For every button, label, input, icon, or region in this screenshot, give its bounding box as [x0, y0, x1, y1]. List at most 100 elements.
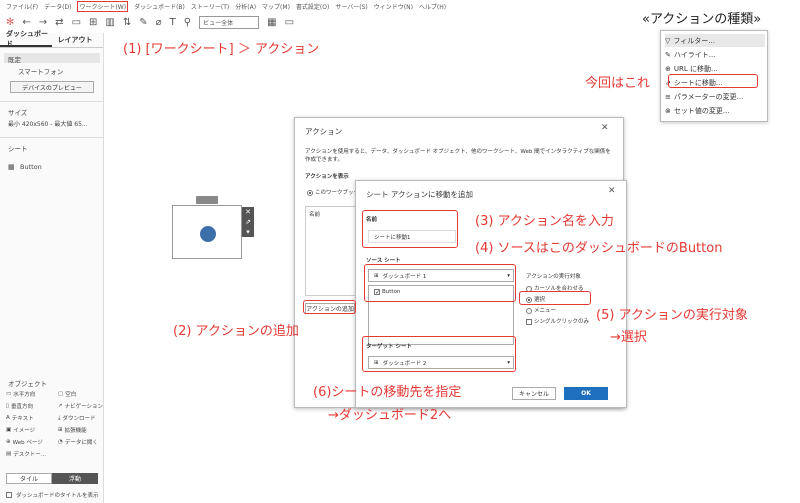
menu-item-set-value[interactable]: ⊗ セット値の変更... [665, 104, 765, 117]
text-icon: A [6, 415, 10, 421]
highlight-name [362, 210, 458, 248]
image-icon: ▣ [6, 427, 12, 433]
presentation-icon[interactable]: ▭ [285, 17, 294, 28]
object-navigation[interactable]: ➚ ナビゲーション [58, 402, 103, 410]
parameter-icon: ≡ [665, 92, 671, 101]
radio-this-workbook[interactable]: このワークブック [307, 188, 359, 196]
annotation-step5b: →選択 [610, 330, 647, 345]
show-me-icon[interactable]: ▦ [267, 17, 276, 28]
checkbox[interactable] [6, 492, 12, 498]
objects-heading: オブジェクト [8, 380, 47, 388]
ask-data-icon: ◔ [58, 439, 63, 445]
object-download[interactable]: ⤓ ダウンロード [58, 414, 95, 423]
object-controls: ✕ ⇗ ▾ [242, 207, 254, 237]
object-desktop[interactable]: ▤ デスクトー... [6, 450, 46, 458]
single-click-option[interactable]: シングルクリックのみ [526, 317, 589, 325]
object-webpage[interactable]: ⊕ Web ページ [6, 438, 43, 446]
checkbox[interactable] [526, 318, 532, 325]
device-phone[interactable]: スマートフォン [18, 66, 63, 76]
object-horizontal[interactable]: ▭ 水平方向 [6, 390, 35, 398]
undo-icon[interactable]: ← [22, 17, 30, 28]
source-sheet-label: ソース シート [366, 258, 401, 264]
tiled-button[interactable]: タイル [6, 473, 52, 484]
tab-dashboard[interactable]: ダッシュボード [0, 30, 52, 48]
annotation-step5a: (5) アクションの実行対象 [596, 308, 748, 323]
menu-item-parameter[interactable]: ≡ パラメーターの変更... [665, 90, 765, 103]
size-select[interactable]: 最小 420x560 - 最大値 65... [8, 119, 88, 128]
size-heading: サイズ [8, 109, 28, 117]
menu-story[interactable]: ストーリー(T) [191, 2, 229, 11]
menu-file[interactable]: ファイル(F) [6, 2, 38, 11]
run-on-label: アクションの実行対象 [526, 274, 581, 280]
radio[interactable] [307, 189, 313, 196]
device-preview-button[interactable]: デバイスのプレビュー [10, 81, 94, 93]
annotation-step6a: (6)シートの移動先を指定 [313, 385, 462, 400]
new-sheet-icon[interactable]: ⊞ [89, 17, 97, 28]
tab-layout[interactable]: レイアウト [52, 33, 104, 47]
globe-icon: ⊕ [6, 439, 11, 445]
object-grip-handle[interactable] [196, 196, 218, 204]
annotation-step3: (3) アクション名を入力 [475, 214, 614, 229]
swap-icon[interactable]: ⇄ [55, 17, 63, 28]
sheet-item-button[interactable]: Button [20, 163, 42, 171]
menu-data[interactable]: データ(D) [44, 2, 71, 11]
tableau-logo-icon: ✻ [6, 16, 15, 28]
chart-icon[interactable]: ▥ [105, 17, 114, 28]
object-blank[interactable]: ▢ 空白 [58, 390, 76, 398]
annotation-step2: (2) アクションの追加 [173, 324, 299, 339]
object-vertical[interactable]: ▯ 垂直方向 [6, 402, 33, 410]
text-icon[interactable]: T [170, 17, 176, 28]
menu-help[interactable]: ヘルプ(H) [419, 2, 446, 11]
highlight-goto-sheet [668, 74, 758, 88]
menu-format[interactable]: 書式設定(O) [296, 2, 329, 11]
object-ask-data[interactable]: ◔ データに聞く [58, 438, 98, 446]
save-icon[interactable]: ▭ [72, 17, 81, 28]
sheets-heading: シート [8, 145, 28, 153]
divider [0, 137, 104, 138]
highlight-select [519, 291, 591, 305]
close-icon[interactable]: ✕ [608, 186, 616, 196]
link-icon[interactable]: ⇗ [245, 218, 251, 226]
navigation-icon: ➚ [58, 403, 63, 409]
run-option-menu[interactable]: メニュー [526, 306, 556, 314]
menu-item-filter[interactable]: ▽ フィルター... [665, 34, 765, 47]
chevron-down-icon[interactable]: ▾ [246, 228, 250, 236]
menu-dashboard[interactable]: ダッシュボード(B) [134, 2, 185, 11]
device-default[interactable]: 既定 [8, 54, 21, 64]
annotation-step6b: →ダッシュボード2へ [328, 408, 452, 423]
toolbar: ✻ ← → ⇄ ▭ ⊞ ▥ ⇅ ✎ ⌀ T ⚲ ビュー全体 ▦ ▭ [0, 12, 660, 32]
redo-icon[interactable]: → [39, 17, 47, 28]
object-text[interactable]: A テキスト [6, 414, 34, 422]
group-icon[interactable]: ⌀ [156, 17, 162, 28]
filter-icon: ▽ [665, 36, 671, 45]
close-icon[interactable]: ✕ [601, 123, 609, 133]
cancel-button[interactable]: キャンセル [512, 387, 556, 400]
object-extension[interactable]: ⊞ 拡張機能 [58, 426, 87, 434]
radio[interactable] [526, 307, 532, 314]
floating-button[interactable]: 浮動 [52, 473, 98, 484]
set-icon: ⊗ [665, 106, 671, 115]
highlight-add-action [303, 300, 356, 314]
pin-icon[interactable]: ⚲ [184, 17, 191, 28]
annotation-this-time: 今回はこれ [585, 76, 651, 91]
show-title-option[interactable]: ダッシュボードのタイトルを表示 [6, 491, 99, 499]
menu-window[interactable]: ウィンドウ(N) [374, 2, 413, 11]
ok-button[interactable]: OK [564, 387, 608, 400]
button-object[interactable] [172, 205, 242, 259]
menu-analysis[interactable]: 分析(A) [235, 2, 256, 11]
view-select[interactable]: ビュー全体 [199, 15, 260, 29]
menu-server[interactable]: サーバー(S) [335, 2, 367, 11]
download-icon: ⤓ [58, 414, 61, 421]
globe-icon: ⊕ [665, 64, 671, 73]
sort-icon[interactable]: ⇅ [123, 17, 131, 28]
menu-map[interactable]: マップ(M) [262, 2, 290, 11]
divider [0, 101, 104, 102]
menu-worksheet[interactable]: ワークシート(W) [77, 0, 129, 12]
menu-item-highlight[interactable]: ✎ ハイライト... [665, 48, 765, 61]
highlight-icon[interactable]: ✎ [139, 17, 147, 28]
desktop-icon: ▤ [6, 451, 12, 457]
close-icon[interactable]: ✕ [245, 208, 251, 216]
button-circle-icon [200, 226, 216, 242]
object-image[interactable]: ▣ イメージ [6, 426, 35, 434]
blank-icon: ▢ [58, 391, 64, 397]
